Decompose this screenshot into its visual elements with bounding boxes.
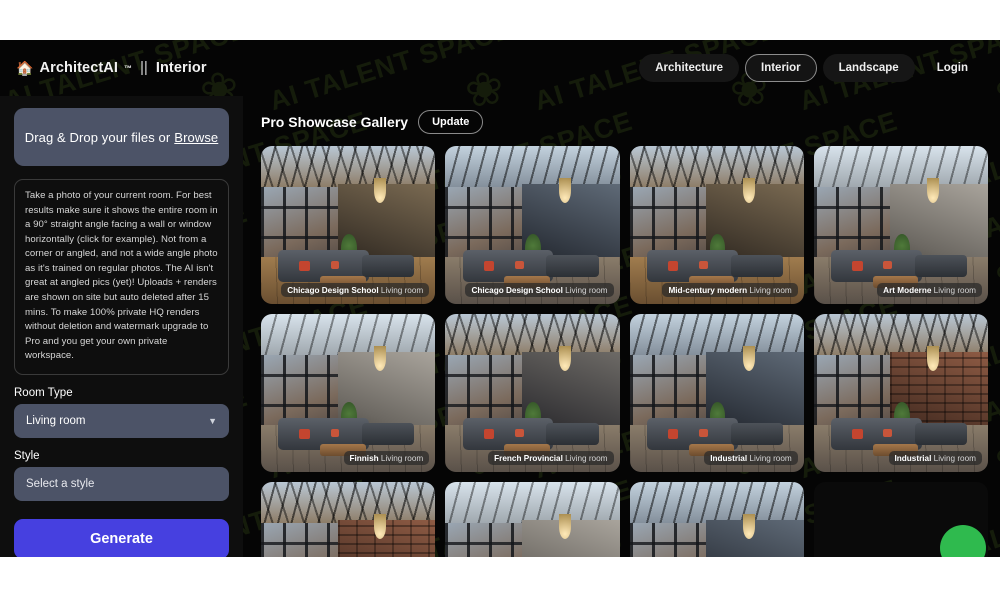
gallery-card-room: Living room (378, 453, 424, 463)
gallery-grid-row-3 (261, 482, 988, 557)
gallery-card-caption: Finnish Living room (343, 451, 430, 465)
gallery-card-caption: Art Moderne Living room (877, 283, 982, 297)
gallery-card-style: Art Moderne (883, 285, 932, 295)
brand-logo[interactable]: 🏠 ArchitectAI ™ || Interior (16, 60, 207, 76)
brand-section: Interior (155, 60, 207, 76)
room-type-label: Room Type (14, 386, 73, 399)
gallery-card-image (629, 482, 804, 557)
style-value: Select a style (26, 477, 95, 490)
gallery-card[interactable] (629, 482, 804, 557)
gallery-card-style: Industrial (894, 453, 932, 463)
gallery-grid: Chicago Design School Living room Chicago… (261, 146, 988, 472)
gallery-card-style: Finnish (349, 453, 379, 463)
gallery-card-style: Chicago Design School (471, 285, 563, 295)
gallery-card-room: Living room (747, 453, 792, 463)
gallery-card-caption: Industrial Living room (704, 451, 798, 465)
left-sidebar-panel: Drag & Drop your files or Browse Take a … (0, 96, 243, 557)
gallery-card-image (813, 146, 988, 304)
gallery-card-style: Mid-century modern (668, 285, 748, 295)
gallery-card-caption: Mid-century modern Living room (662, 283, 798, 297)
gallery-card-room: Living room (931, 453, 976, 463)
style-label: Style (14, 449, 40, 462)
gallery-panel: Pro Showcase Gallery Update Chicago Desi… (243, 96, 1000, 557)
gallery-card-style: French Provincial (494, 453, 563, 463)
gallery-card[interactable]: Art Moderne Living room (813, 146, 988, 304)
gallery-card-image (629, 146, 804, 304)
gallery-card-image (261, 482, 436, 557)
room-type-value: Living room (26, 414, 86, 427)
style-select[interactable]: Select a style (14, 466, 229, 501)
gallery-card[interactable]: Chicago Design School Living room (261, 146, 436, 304)
gallery-card-image (813, 314, 988, 472)
gallery-header: Pro Showcase Gallery Update (261, 110, 988, 134)
page-title: Pro Showcase Gallery (261, 114, 409, 130)
gallery-card[interactable] (445, 482, 620, 557)
generate-button[interactable]: Generate (14, 518, 229, 557)
top-navigation-bar: 🏠 ArchitectAI ™ || Interior Architecture … (0, 40, 1000, 96)
gallery-card-image (445, 482, 620, 557)
gallery-card[interactable]: French Provincial Living room (445, 314, 620, 472)
browse-link[interactable]: Browse (174, 130, 218, 145)
dropzone-label: Drag & Drop your files or (24, 129, 171, 145)
file-dropzone[interactable]: Drag & Drop your files or Browse (14, 108, 229, 166)
update-button[interactable]: Update (418, 110, 484, 134)
gallery-card-image (261, 146, 436, 304)
trademark-symbol: ™ (124, 63, 133, 73)
nav-item-interior[interactable]: Interior (745, 54, 817, 82)
gallery-card-room: Living room (562, 453, 608, 463)
gallery-card[interactable]: Chicago Design School Living room (445, 146, 620, 304)
instructions-text: Take a photo of your current room. For b… (14, 179, 229, 375)
gallery-card-image (445, 146, 620, 304)
gallery-card[interactable] (261, 482, 436, 557)
gallery-card-caption: Chicago Design School Living room (281, 283, 430, 297)
chevron-down-icon: ▼ (208, 415, 217, 426)
gallery-card-room: Living room (747, 285, 792, 295)
nav-item-login[interactable]: Login (921, 54, 984, 82)
gallery-card-caption: French Provincial Living room (488, 451, 614, 465)
house-icon: 🏠 (16, 60, 34, 76)
room-type-select[interactable]: Living room ▼ (14, 403, 229, 438)
gallery-card-room: Living room (378, 285, 424, 295)
nav-item-landscape[interactable]: Landscape (822, 54, 915, 82)
gallery-card-image (261, 314, 436, 472)
gallery-card-style: Industrial (710, 453, 748, 463)
brand-separator: || (140, 60, 148, 76)
gallery-card[interactable]: Industrial Living room (629, 314, 804, 472)
gallery-card-caption: Chicago Design School Living room (465, 283, 614, 297)
gallery-card-caption: Industrial Living room (888, 451, 982, 465)
gallery-card-style: Chicago Design School (287, 285, 379, 295)
nav-item-architecture[interactable]: Architecture (639, 54, 739, 82)
gallery-card-room: Living room (931, 285, 976, 295)
gallery-card[interactable]: Industrial Living room (813, 314, 988, 472)
brand-name: ArchitectAI (39, 60, 118, 76)
primary-nav: Architecture Interior Landscape Login (639, 54, 984, 82)
gallery-card-image (629, 314, 804, 472)
gallery-card-room: Living room (562, 285, 608, 295)
gallery-card[interactable]: Mid-century modern Living room (629, 146, 804, 304)
gallery-card[interactable]: Finnish Living room (261, 314, 436, 472)
gallery-card-image (445, 314, 620, 472)
app-window: AI TALENT SPACE ❀ AI TALENT SPACE ❀ AI TALEN… (0, 40, 1000, 557)
